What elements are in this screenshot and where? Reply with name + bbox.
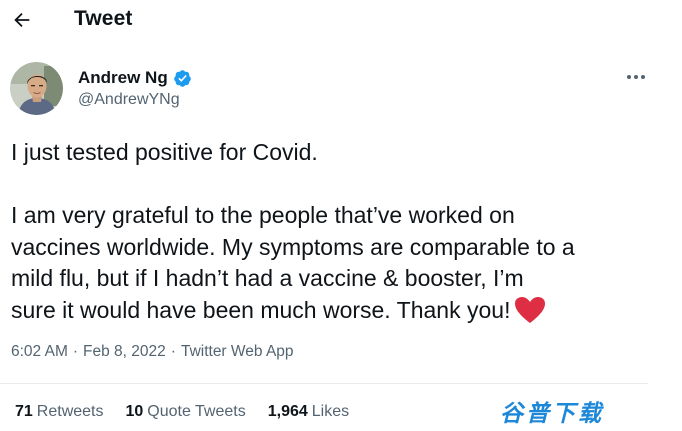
tweet-text: I just tested positive for Covid. I am v… bbox=[11, 137, 661, 326]
watermark-logo: 谷普下载 bbox=[500, 401, 604, 427]
tweet-line: mild flu, but if I hadn’t had a vaccine … bbox=[11, 265, 524, 291]
red-heart-icon bbox=[515, 296, 546, 323]
tweet-line-gap bbox=[11, 169, 661, 201]
tweet-meta: 6:02 AM · Feb 8, 2022 · Twitter Web App bbox=[11, 343, 294, 361]
meta-separator: · bbox=[170, 343, 176, 360]
verified-badge-icon bbox=[173, 69, 192, 88]
page-title: Tweet bbox=[74, 7, 133, 30]
author-handle[interactable]: @AndrewYNg bbox=[78, 91, 180, 109]
arrow-left-icon bbox=[14, 12, 30, 28]
tweet-stats: 71 Retweets 10 Quote Tweets 1,964 Likes bbox=[15, 403, 371, 421]
back-button[interactable] bbox=[8, 6, 36, 34]
divider bbox=[0, 383, 648, 384]
user-photo-avatar bbox=[10, 62, 63, 115]
tweet-line: I just tested positive for Covid. bbox=[11, 139, 318, 165]
tweet-line: I am very grateful to the people that’ve… bbox=[11, 202, 515, 228]
author-name[interactable]: Andrew Ng bbox=[78, 68, 168, 88]
more-horizontal-icon bbox=[627, 75, 645, 79]
tweet-line: vaccines worldwide. My symptoms are comp… bbox=[11, 233, 575, 260]
more-options-button[interactable] bbox=[622, 66, 650, 88]
quote-tweets-stat[interactable]: 10 Quote Tweets bbox=[126, 403, 246, 421]
author-name-row: Andrew Ng bbox=[78, 68, 192, 88]
avatar[interactable] bbox=[10, 62, 63, 115]
likes-label: Likes bbox=[311, 403, 350, 420]
tweet-line: sure it would have been much worse. Than… bbox=[11, 296, 511, 323]
meta-separator: · bbox=[72, 343, 79, 360]
tweet-last-line: sure it would have been much worse. Than… bbox=[11, 295, 661, 327]
quote-tweets-label: Quote Tweets bbox=[147, 403, 246, 420]
retweets-stat[interactable]: 71 Retweets bbox=[15, 403, 104, 421]
likes-count: 1,964 bbox=[267, 403, 308, 420]
header: Tweet bbox=[0, 0, 682, 40]
tweet-source[interactable]: Twitter Web App bbox=[181, 343, 294, 361]
tweet-page: Tweet Andrew Ng @AndrewYNg I just tested… bbox=[0, 0, 682, 431]
retweets-label: Retweets bbox=[36, 403, 104, 420]
likes-stat[interactable]: 1,964 Likes bbox=[268, 403, 349, 421]
quote-tweets-count: 10 bbox=[125, 403, 144, 420]
tweet-time[interactable]: 6:02 AM bbox=[11, 343, 68, 361]
tweet-date[interactable]: Feb 8, 2022 bbox=[83, 343, 166, 361]
retweets-count: 71 bbox=[15, 403, 33, 420]
